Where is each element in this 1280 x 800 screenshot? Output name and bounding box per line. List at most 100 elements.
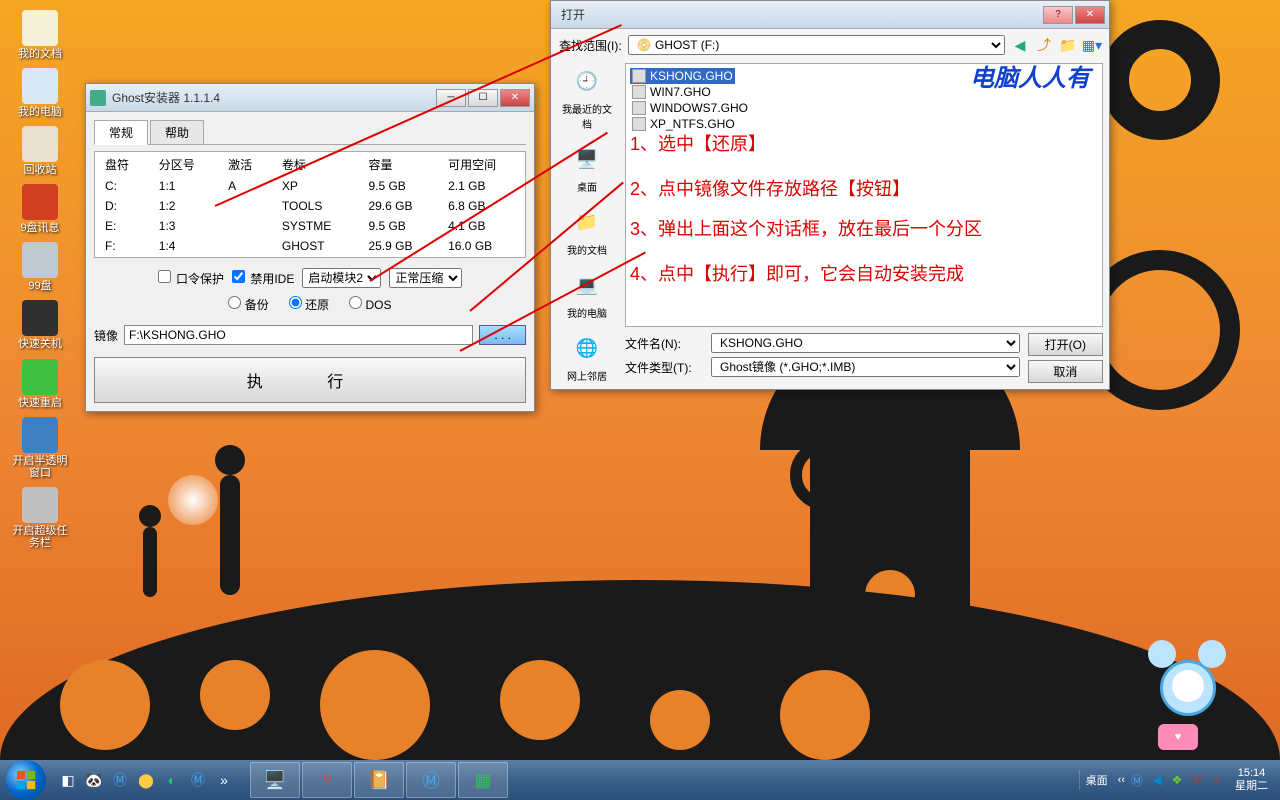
desktop-icon[interactable]: 开启半透明窗口	[10, 417, 70, 479]
back-icon[interactable]: ◀	[1011, 36, 1029, 54]
lookin-select[interactable]: 📀 GHOST (F:)	[628, 35, 1005, 55]
file-item[interactable]: KSHONG.GHO	[630, 68, 735, 84]
place-icon: 💻	[569, 267, 605, 303]
desktop-icon-label: 快速关机	[10, 338, 70, 350]
ql-panda-icon[interactable]: 🐼	[82, 768, 106, 792]
task-item[interactable]: Ⓜ	[406, 762, 456, 798]
column-header[interactable]: 分区号	[151, 154, 218, 175]
file-name: XP_NTFS.GHO	[650, 117, 735, 131]
column-header[interactable]: 激活	[220, 154, 272, 175]
tab-help[interactable]: 帮助	[150, 120, 204, 144]
task-item[interactable]: 🖥️	[250, 762, 300, 798]
show-desktop[interactable]: 桌面	[1079, 770, 1114, 790]
image-label: 镜像	[94, 327, 118, 344]
radio-dos[interactable]: DOS	[349, 296, 391, 313]
column-header[interactable]: 容量	[360, 154, 438, 175]
task-item[interactable]: ୨	[302, 762, 352, 798]
help-button[interactable]: ?	[1043, 6, 1073, 24]
partition-table[interactable]: 盘符分区号激活卷标容量可用空间 C:1:1AXP9.5 GB2.1 GB D:1:…	[94, 151, 526, 258]
tray-icon[interactable]: ❖	[1169, 772, 1185, 788]
desktop-icon[interactable]: 快速重启	[10, 359, 70, 409]
start-button[interactable]	[6, 760, 46, 800]
up-icon[interactable]: ⤴	[1035, 36, 1053, 54]
system-tray: 桌面 ‹‹ Ⓜ ◀ ❖ ⛨ ୨ 15:14 星期二	[1079, 767, 1280, 793]
compress-select[interactable]: 正常压缩	[389, 268, 462, 288]
radio-backup[interactable]: 备份	[228, 296, 268, 313]
radio-restore[interactable]: 还原	[289, 296, 329, 313]
ghost-titlebar[interactable]: Ghost安装器 1.1.1.4 ─ ☐ ✕	[86, 84, 534, 112]
boot-module-select[interactable]: 启动模块2	[302, 268, 381, 288]
desktop-icon-label: 我的电脑	[10, 106, 70, 118]
column-header[interactable]: 盘符	[97, 154, 149, 175]
tab-general[interactable]: 常规	[94, 120, 148, 145]
desktop-icon[interactable]: 快速关机	[10, 300, 70, 350]
place-item[interactable]: 🕘我最近的文档	[559, 63, 615, 131]
filename-input[interactable]: KSHONG.GHO	[711, 333, 1020, 353]
file-icon	[632, 101, 646, 115]
image-path-input[interactable]	[124, 325, 473, 345]
ql-icon[interactable]: ◐	[160, 768, 184, 792]
column-header[interactable]: 卷标	[274, 154, 359, 175]
clock[interactable]: 15:14 星期二	[1229, 767, 1274, 793]
desktop-icon-label: 开启半透明窗口	[10, 455, 70, 479]
password-checkbox[interactable]: 口令保护	[158, 270, 224, 287]
place-item[interactable]: 🖥️桌面	[559, 141, 615, 194]
open-title: 打开	[555, 6, 1043, 23]
desktop-icon[interactable]: 我的电脑	[10, 68, 70, 118]
file-name: WIN7.GHO	[650, 85, 711, 99]
new-folder-icon[interactable]: 📁	[1059, 36, 1077, 54]
tray-shield-icon[interactable]: ⛨	[1189, 772, 1205, 788]
desktop-icon-glyph	[22, 68, 58, 104]
file-item[interactable]: WINDOWS7.GHO	[630, 100, 750, 116]
desktop-icon[interactable]: 我的文档	[10, 10, 70, 60]
execute-button[interactable]: 执 行	[94, 357, 526, 403]
file-item[interactable]: XP_NTFS.GHO	[630, 116, 737, 132]
task-item[interactable]: ▦	[458, 762, 508, 798]
desktop-icon[interactable]: 9盘讯息	[10, 184, 70, 234]
place-icon: 🕘	[569, 63, 605, 99]
tray-chevron-icon[interactable]: ‹‹	[1118, 774, 1125, 786]
table-row[interactable]: D:1:2TOOLS29.6 GB6.8 GB	[97, 197, 523, 215]
table-row[interactable]: E:1:3SYSTME9.5 GB4.1 GB	[97, 217, 523, 235]
close-button[interactable]: ✕	[1075, 6, 1105, 24]
ql-icon[interactable]: ⬤	[134, 768, 158, 792]
open-titlebar[interactable]: 打开 ? ✕	[551, 1, 1109, 29]
browse-button[interactable]: . . .	[479, 325, 526, 345]
open-button[interactable]: 打开(O)	[1028, 333, 1103, 356]
close-button[interactable]: ✕	[500, 89, 530, 107]
cancel-button[interactable]: 取消	[1028, 360, 1103, 383]
minimize-button[interactable]: ─	[436, 89, 466, 107]
views-icon[interactable]: ▦▾	[1083, 36, 1101, 54]
lookin-label: 查找范围(I):	[559, 37, 622, 54]
ql-chevron-icon[interactable]: »	[212, 768, 236, 792]
place-label: 我的电脑	[559, 305, 615, 320]
place-item[interactable]: 📁我的文档	[559, 204, 615, 257]
table-row[interactable]: F:1:4GHOST25.9 GB16.0 GB	[97, 237, 523, 255]
desktop-icon[interactable]: 99盘	[10, 242, 70, 292]
ql-icon[interactable]: ◧	[56, 768, 80, 792]
column-header[interactable]: 可用空间	[440, 154, 523, 175]
desktop-icon-glyph	[22, 487, 58, 523]
filetype-select[interactable]: Ghost镜像 (*.GHO;*.IMB)	[711, 357, 1020, 377]
desktop-mascot: ♥	[1130, 640, 1240, 750]
file-list[interactable]: KSHONG.GHOWIN7.GHO WINDOWS7.GHO XP_NTFS.GH…	[625, 63, 1103, 327]
place-label: 我最近的文档	[559, 101, 615, 131]
task-item[interactable]: 📔	[354, 762, 404, 798]
file-icon	[632, 69, 646, 83]
maximize-button[interactable]: ☐	[468, 89, 498, 107]
place-item[interactable]: 💻 我的电脑	[559, 267, 615, 320]
table-row[interactable]: C:1:1AXP9.5 GB2.1 GB	[97, 177, 523, 195]
disable-ide-checkbox[interactable]: 禁用IDE	[232, 270, 294, 287]
desktop-icon-glyph	[22, 417, 58, 453]
tray-icon[interactable]: ◀	[1149, 772, 1165, 788]
tray-icon[interactable]: Ⓜ	[1129, 772, 1145, 788]
ql-browser-icon[interactable]: Ⓜ	[108, 768, 132, 792]
tray-icon[interactable]: ୨	[1209, 772, 1225, 788]
task-items: 🖥️ ୨ 📔 Ⓜ ▦	[250, 762, 508, 798]
desktop-icon[interactable]: 回收站	[10, 126, 70, 176]
ql-icon[interactable]: Ⓜ	[186, 768, 210, 792]
file-name: WINDOWS7.GHO	[650, 101, 748, 115]
place-item[interactable]: 🌐网上邻居	[559, 330, 615, 383]
file-item[interactable]: WIN7.GHO	[630, 84, 713, 100]
desktop-icon[interactable]: 开启超级任务栏	[10, 487, 70, 549]
